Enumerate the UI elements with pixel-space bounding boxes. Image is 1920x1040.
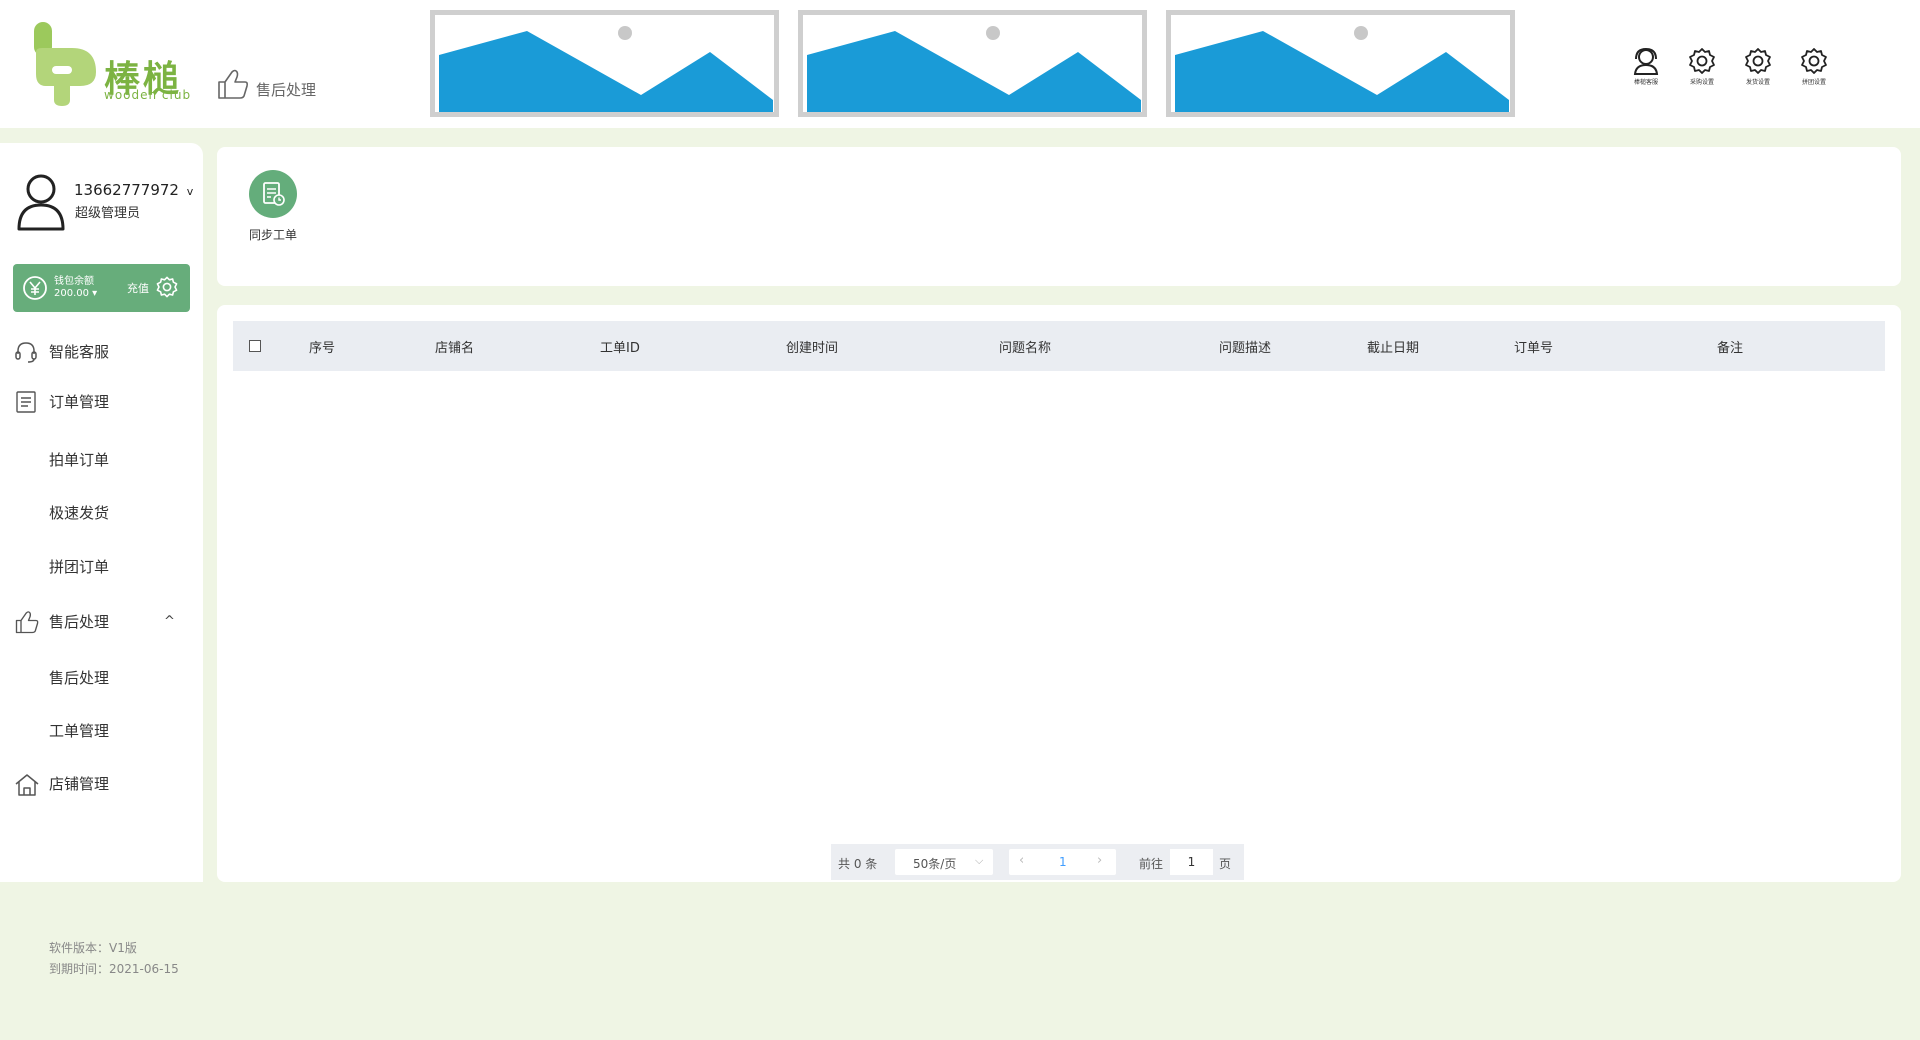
banner-image-2[interactable] xyxy=(798,10,1147,117)
user-dropdown-caret[interactable]: v xyxy=(187,185,194,198)
sidebar-item-label: 拍单订单 xyxy=(49,450,110,469)
column-header-remarks[interactable]: 备注 xyxy=(1717,337,1743,356)
expiry-date: 到期时间：2021-06-15 xyxy=(49,962,179,976)
column-header-store-name[interactable]: 店铺名 xyxy=(435,337,474,356)
app-logo[interactable]: 棒槌 wooden club xyxy=(32,22,202,108)
image-placeholder-icon xyxy=(807,26,1141,112)
image-placeholder-icon xyxy=(1175,26,1509,112)
gear-icon xyxy=(1801,48,1827,74)
group-buy-settings-label: 拼团设置 xyxy=(1801,79,1826,86)
page-size-select[interactable]: 50条/页 ⌵ xyxy=(895,849,993,875)
next-page-button[interactable]: › xyxy=(1097,853,1102,868)
wallet-balance[interactable]: 200.00 ▾ xyxy=(54,288,97,299)
select-all-checkbox[interactable] xyxy=(249,340,261,352)
shipping-settings-label: 发货设置 xyxy=(1745,79,1770,86)
column-header-index[interactable]: 序号 xyxy=(309,337,335,356)
column-header-ticket-id[interactable]: 工单ID xyxy=(600,337,640,356)
avatar-icon xyxy=(17,174,65,231)
sync-ticket-button[interactable]: 同步工单 xyxy=(245,170,301,243)
thumbs-up-icon xyxy=(218,69,249,99)
sidebar-item-label: 极速发货 xyxy=(49,503,110,522)
pagination: 共 0 条 50条/页 ⌵ ‹ 1 › 前往 页 xyxy=(831,844,1244,880)
page-suffix-label: 页 xyxy=(1219,857,1232,871)
top-header: 棒槌 wooden club 售后处理 棒槌客服 采购设置 发货设置 拼团设置 xyxy=(0,0,1920,128)
sidebar-item-label: 拼团订单 xyxy=(49,557,110,576)
purchase-settings-button[interactable]: 采购设置 xyxy=(1686,46,1718,86)
pagination-total: 共 0 条 xyxy=(838,857,878,871)
collapse-caret-icon[interactable]: ^ xyxy=(164,614,175,629)
page-navigation: ‹ 1 › xyxy=(1009,849,1116,875)
column-header-created-time[interactable]: 创建时间 xyxy=(786,337,838,356)
table-header: 序号 店铺名 工单ID 创建时间 问题名称 问题描述 截止日期 订单号 备注 xyxy=(233,321,1885,371)
sidebar-item-group-orders[interactable]: 拼团订单 xyxy=(0,546,203,586)
ticket-table-card: 序号 店铺名 工单ID 创建时间 问题名称 问题描述 截止日期 订单号 备注 xyxy=(217,305,1901,882)
footer-info: 软件版本：V1版 到期时间：2021-06-15 xyxy=(49,938,179,980)
sync-ticket-circle xyxy=(249,170,297,218)
yen-icon xyxy=(23,276,47,300)
sidebar-item-after-sales-processing[interactable]: 售后处理 xyxy=(0,657,203,697)
sidebar-item-label: 售后处理 xyxy=(49,668,110,687)
gear-icon xyxy=(1745,48,1771,74)
sidebar-item-label: 售后处理 xyxy=(49,612,110,631)
chevron-down-icon: ⌵ xyxy=(975,854,984,867)
user-role: 超级管理员 xyxy=(75,206,141,221)
sidebar-item-label: 订单管理 xyxy=(49,392,110,411)
sidebar-item-order-management[interactable]: 订单管理 xyxy=(0,381,203,421)
clipboard-clock-icon xyxy=(263,182,285,206)
column-header-deadline[interactable]: 截止日期 xyxy=(1367,337,1419,356)
sidebar-item-label: 智能客服 xyxy=(49,342,110,361)
image-placeholder-icon xyxy=(439,26,773,112)
toolbar-card: 同步工单 xyxy=(217,147,1901,286)
purchase-settings-label: 采购设置 xyxy=(1689,79,1714,86)
home-icon xyxy=(15,774,39,796)
gear-icon[interactable] xyxy=(155,275,179,299)
page-size-value: 50条/页 xyxy=(913,857,957,871)
wallet-balance-value: 200.00 xyxy=(54,288,89,299)
goto-label: 前往 xyxy=(1139,857,1164,871)
wallet-panel: 钱包余额 200.00 ▾ 充值 xyxy=(13,264,190,312)
sidebar-item-express-shipping[interactable]: 极速发货 xyxy=(0,492,203,532)
sidebar-item-ticket-management[interactable]: 工单管理 xyxy=(0,710,203,750)
banner-image-1[interactable] xyxy=(430,10,779,117)
user-profile[interactable]: 13662777972 v 超级管理员 xyxy=(16,173,196,233)
user-phone: 13662777972 v xyxy=(74,181,193,199)
header-actions: 棒槌客服 采购设置 发货设置 拼团设置 xyxy=(1630,46,1830,86)
current-page-number[interactable]: 1 xyxy=(1059,855,1067,869)
column-header-issue-description[interactable]: 问题描述 xyxy=(1219,337,1271,356)
wallet-label: 钱包余额 xyxy=(54,276,94,287)
current-page-indicator: 售后处理 xyxy=(216,68,316,100)
thumbs-up-icon xyxy=(15,611,39,634)
shipping-settings-button[interactable]: 发货设置 xyxy=(1742,46,1774,86)
customer-service-label: 棒槌客服 xyxy=(1633,79,1658,86)
software-version: 软件版本：V1版 xyxy=(49,941,137,955)
column-header-order-number[interactable]: 订单号 xyxy=(1514,337,1553,356)
sidebar-item-smart-service[interactable]: 智能客服 xyxy=(0,331,203,371)
group-buy-settings-button[interactable]: 拼团设置 xyxy=(1798,46,1830,86)
customer-service-icon xyxy=(1633,47,1659,75)
recharge-button[interactable]: 充值 xyxy=(127,280,149,296)
sidebar: 13662777972 v 超级管理员 钱包余额 200.00 ▾ 充值 智能客… xyxy=(0,143,203,882)
sidebar-item-store-management[interactable]: 店铺管理 xyxy=(0,763,203,803)
gear-icon xyxy=(1689,48,1715,74)
sync-ticket-label: 同步工单 xyxy=(248,228,297,242)
goto-page-input[interactable] xyxy=(1170,849,1213,875)
current-page-title: 售后处理 xyxy=(256,81,317,99)
sidebar-item-after-sales[interactable]: 售后处理 ^ xyxy=(0,601,203,641)
logo-english-text: wooden club xyxy=(104,88,192,102)
sidebar-item-photo-orders[interactable]: 拍单订单 xyxy=(0,439,203,479)
sidebar-item-label: 店铺管理 xyxy=(49,774,110,793)
logo-mark-icon xyxy=(34,22,96,106)
headset-icon xyxy=(15,342,37,363)
prev-page-button[interactable]: ‹ xyxy=(1019,853,1024,868)
banner-image-3[interactable] xyxy=(1166,10,1515,117)
customer-service-button[interactable]: 棒槌客服 xyxy=(1630,46,1662,86)
document-icon xyxy=(16,391,36,413)
column-header-issue-name[interactable]: 问题名称 xyxy=(999,337,1051,356)
sidebar-item-label: 工单管理 xyxy=(49,721,110,740)
user-phone-text: 13662777972 xyxy=(74,181,179,199)
